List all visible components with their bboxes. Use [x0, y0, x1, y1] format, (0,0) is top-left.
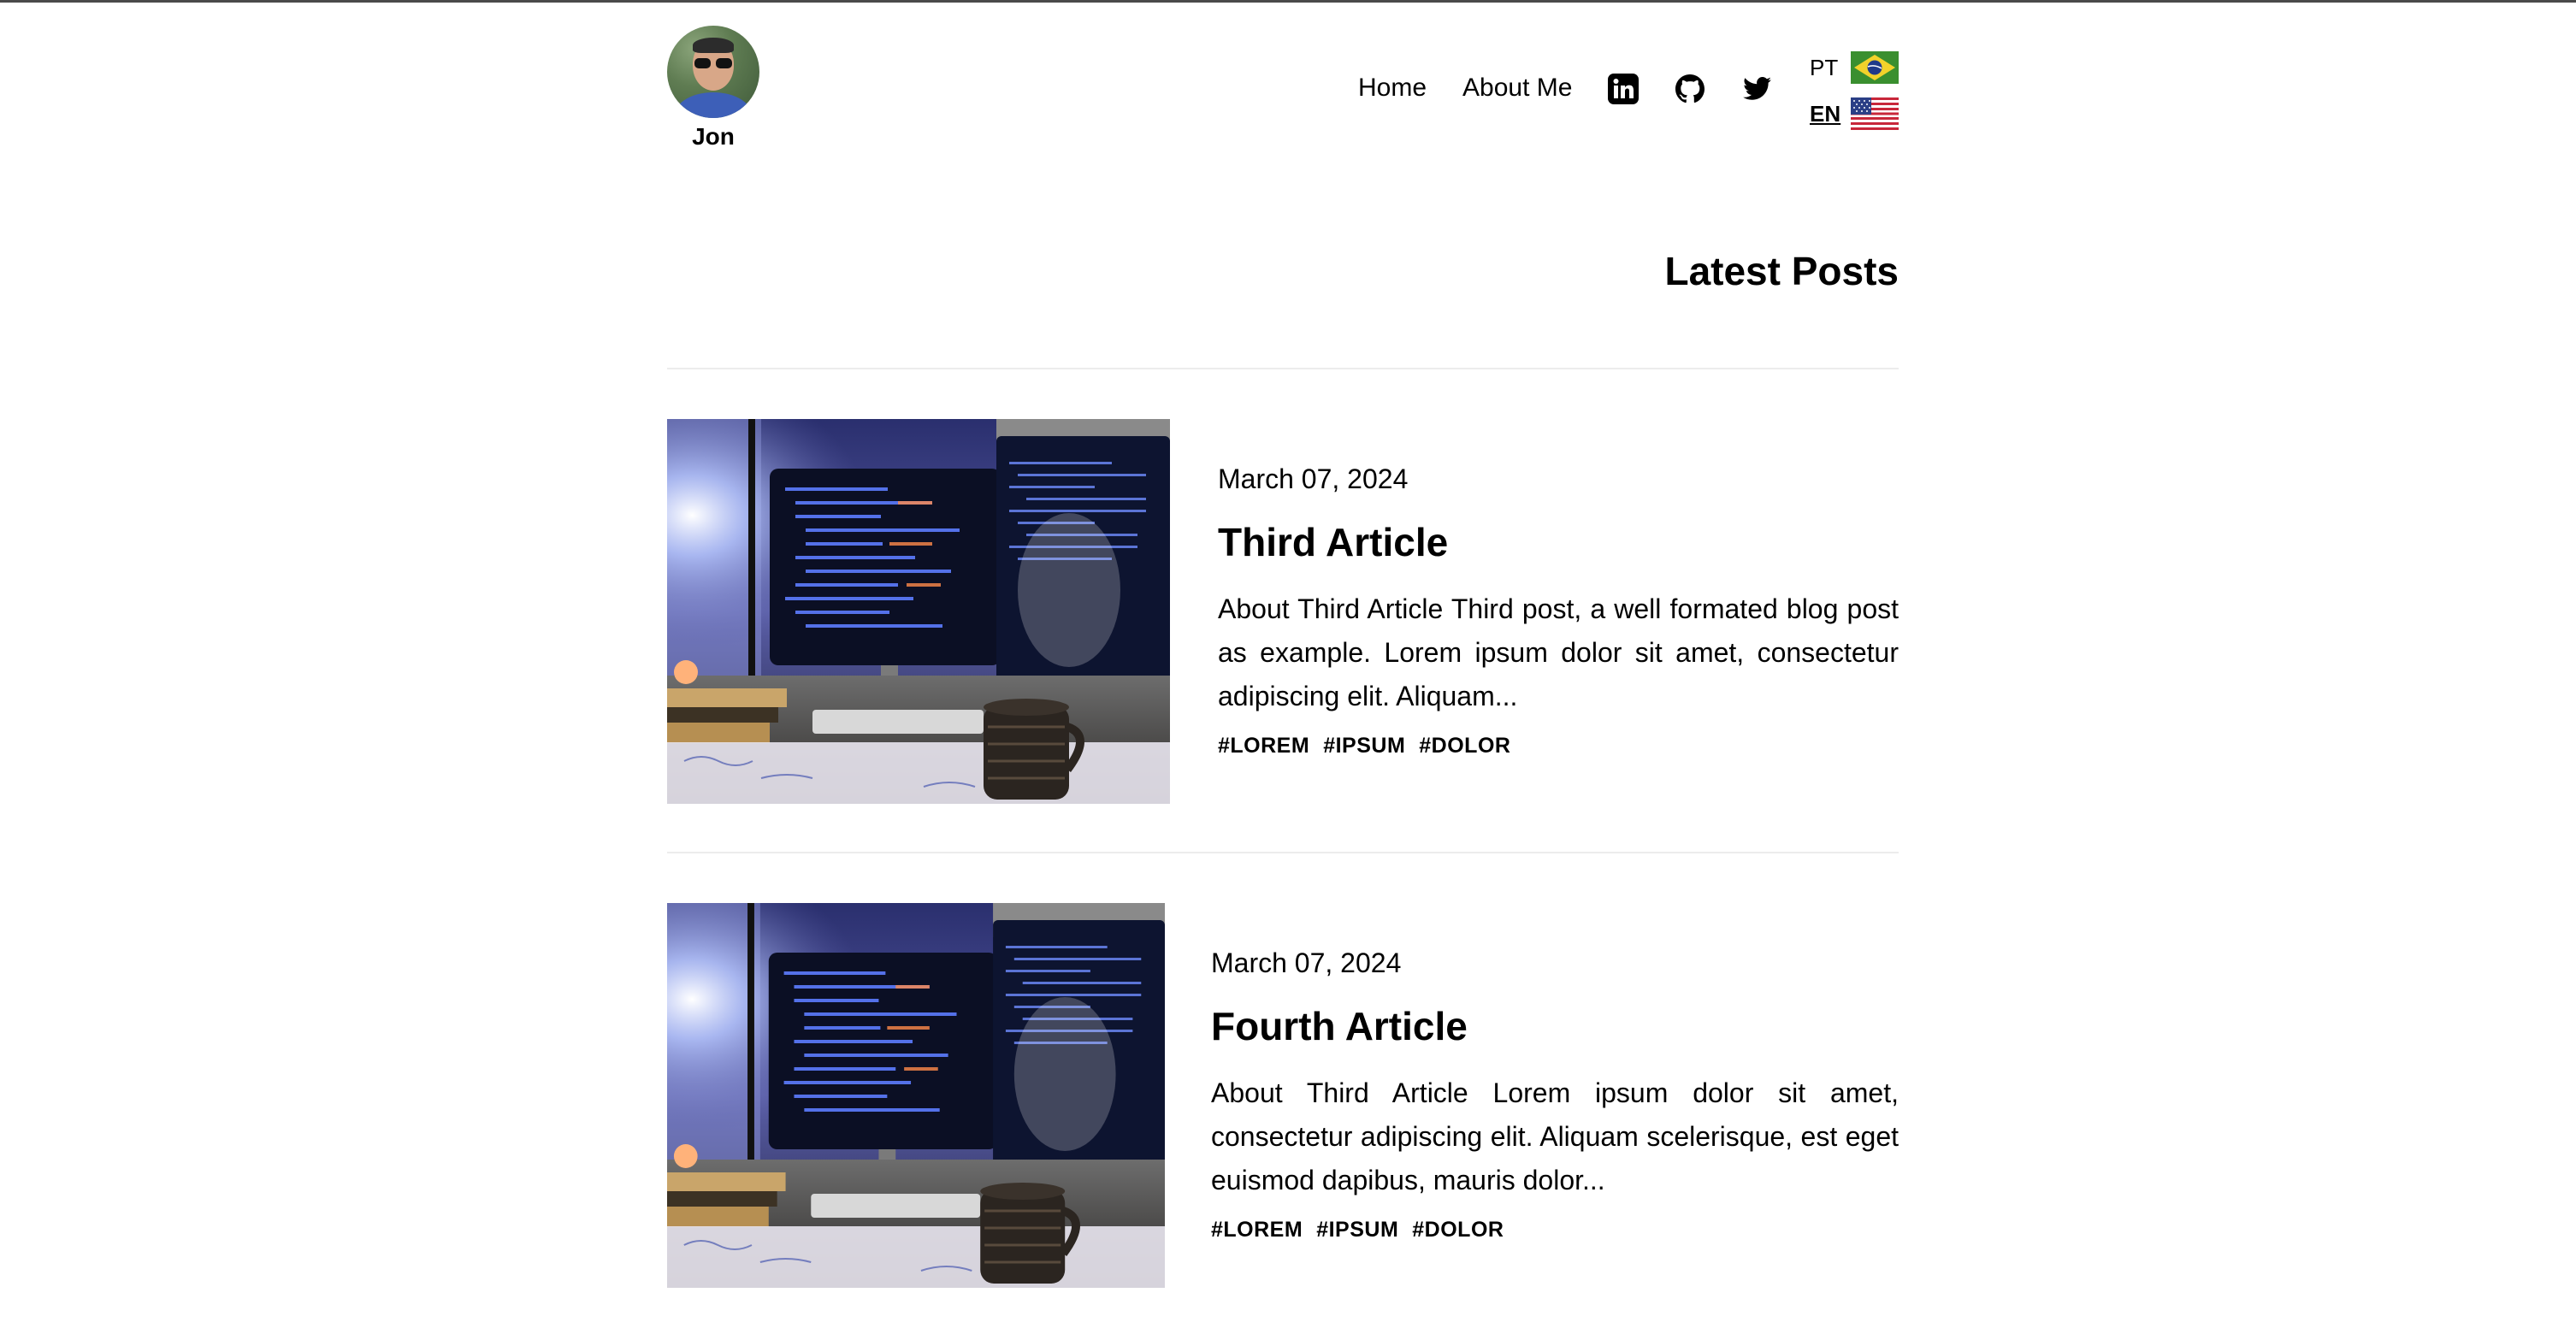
post-card[interactable]: March 07, 2024 Third Article About Third… [667, 419, 1899, 806]
tag-link[interactable]: #LOREM [1218, 734, 1309, 758]
language-code: PT [1810, 54, 1839, 80]
tag-link[interactable]: #DOLOR [1412, 1218, 1504, 1243]
profile-link[interactable]: Jon [667, 26, 759, 151]
post-date: March 07, 2024 [1211, 947, 1402, 978]
post-excerpt: About Third Article Lorem ipsum dolor si… [1211, 1077, 1899, 1195]
post-tags: #LOREM #IPSUM #DOLOR [1211, 1218, 1899, 1243]
nav-home-link[interactable]: Home [1358, 74, 1427, 103]
section-title: Latest Posts [1664, 249, 1899, 293]
language-en-link[interactable]: EN [1810, 97, 1899, 130]
post-excerpt: About Third Article Third post, a well f… [1218, 593, 1899, 711]
linkedin-icon[interactable] [1606, 72, 1640, 106]
post-title[interactable]: Third Article [1218, 519, 1899, 565]
tag-link[interactable]: #IPSUM [1323, 734, 1405, 758]
twitter-icon[interactable] [1740, 72, 1774, 106]
nav-about-link[interactable]: About Me [1462, 74, 1572, 103]
tag-link[interactable]: #IPSUM [1316, 1218, 1398, 1243]
brazil-flag-icon [1851, 51, 1899, 84]
post-thumbnail[interactable] [667, 419, 1170, 804]
post-body: March 07, 2024 Fourth Article About Thir… [1211, 947, 1899, 1243]
github-icon[interactable] [1673, 72, 1707, 106]
divider [667, 852, 1899, 853]
site-owner-name: Jon [692, 123, 735, 150]
language-code: EN [1810, 100, 1841, 127]
divider [667, 368, 1899, 369]
usa-flag-icon [1851, 97, 1899, 130]
post-title[interactable]: Fourth Article [1211, 1003, 1899, 1049]
post-tags: #LOREM #IPSUM #DOLOR [1218, 734, 1899, 758]
post-date: March 07, 2024 [1218, 463, 1409, 494]
post-card[interactable]: March 07, 2024 Fourth Article About Thir… [667, 903, 1899, 1290]
language-pt-link[interactable]: PT [1810, 51, 1899, 84]
avatar [667, 26, 759, 118]
post-thumbnail[interactable] [667, 903, 1165, 1288]
post-body: March 07, 2024 Third Article About Third… [1218, 463, 1899, 758]
tag-link[interactable]: #DOLOR [1419, 734, 1510, 758]
browser-top-border [0, 0, 2576, 3]
tag-link[interactable]: #LOREM [1211, 1218, 1303, 1243]
